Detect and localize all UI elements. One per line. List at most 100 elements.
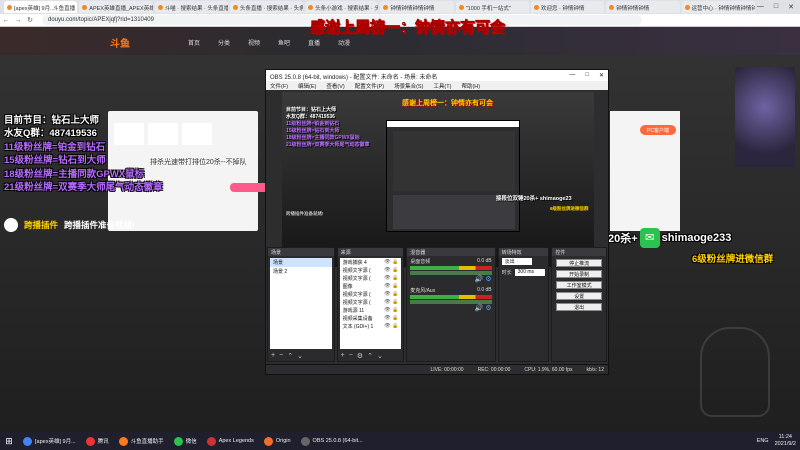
settings-button[interactable]: 设置 [556, 292, 602, 300]
scene-item[interactable]: 场景 2 [270, 267, 332, 276]
obs-menu-item[interactable]: 帮助(H) [461, 82, 480, 90]
reload-icon[interactable]: ↻ [24, 16, 36, 24]
visibility-lock-icons[interactable]: 👁 🔒 [384, 267, 398, 274]
controls-dock: 控件 停止推流 开始录制 工作室模式 设置 退出 [551, 247, 607, 362]
browser-tab[interactable]: APEX英雄直播_APEX英雄直播 [79, 1, 153, 13]
browser-tab[interactable]: 斗喵 · 搜索结果 · 头条直播 [154, 1, 228, 13]
remove-icon[interactable]: − [349, 352, 353, 360]
close-button[interactable]: ✕ [599, 72, 604, 79]
nav-item[interactable]: 直播 [308, 38, 320, 47]
transition-select[interactable]: 淡出 [501, 258, 532, 265]
visibility-lock-icons[interactable]: 👁 🔒 [384, 283, 398, 290]
add-icon[interactable]: + [341, 352, 345, 360]
obs-menu-item[interactable]: 工具(T) [433, 82, 451, 90]
gear-icon[interactable]: ⚙ [357, 352, 363, 360]
obs-menu-item[interactable]: 查看(V) [326, 82, 344, 90]
browser-tab[interactable]: "1000 手机一站式" [455, 1, 529, 13]
source-item[interactable]: 游戏捕获 4 👁 🔒 [340, 258, 402, 266]
browser-tab[interactable]: 头条直播 · 搜索结果 · 头条 [229, 1, 304, 13]
visibility-lock-icons[interactable]: 👁 🔒 [384, 299, 398, 306]
visibility-lock-icons[interactable]: 👁 🔒 [384, 291, 398, 298]
move-up-icon[interactable]: ⌃ [287, 352, 293, 360]
event-banner-image[interactable] [735, 67, 795, 167]
nav-item[interactable]: 首页 [188, 38, 200, 47]
obs-menu-item[interactable]: 配置文件(P) [355, 82, 384, 90]
nav-item[interactable]: 视频 [248, 38, 260, 47]
nav-item[interactable]: 动漫 [338, 38, 350, 47]
browser-tab[interactable]: [apex英雄] 9月..斗鱼直播 [4, 1, 78, 13]
mixer-dock: 混音器 桌面音频 0.0 dB 🔊 ⚙ 麦克风/Aux 0.0 dB 🔊 ⚙ [406, 247, 496, 362]
ime-indicator[interactable]: ENG [757, 438, 769, 444]
douyu-logo[interactable]: 斗鱼 [110, 35, 130, 50]
source-item[interactable]: 视频文字源 (👁 🔒 [340, 298, 402, 306]
preview-fan-group: 6级粉丝牌进微信群 [550, 206, 589, 211]
nav-item[interactable]: 分类 [218, 38, 230, 47]
source-item[interactable]: 文本 (GDI+) 1 👁 🔒 [340, 322, 402, 330]
taskbar-item[interactable]: 斗鱼直播助手 [114, 432, 169, 450]
browser-tab[interactable]: 运营中心 · 钟情钟情钟情钟情 [681, 1, 755, 13]
visibility-lock-icons[interactable]: 👁 🔒 [384, 323, 398, 330]
taskbar-item[interactable]: [apex英雄] 9月... [18, 432, 81, 450]
pc-client-button[interactable]: PC客户端 [640, 125, 676, 135]
scenes-list: 场景 场景 2 [270, 258, 332, 349]
speaker-icon[interactable]: 🔊 [475, 276, 484, 283]
move-down-icon[interactable]: ⌄ [377, 352, 383, 360]
preview-wechat: 接段位双锤20杀+ shimaoge23 [496, 196, 572, 202]
pink-action-button[interactable] [230, 183, 270, 192]
maximize-button[interactable]: □ [585, 72, 589, 79]
scene-item[interactable]: 场景 [270, 258, 332, 267]
nav-item[interactable]: 鱼吧 [278, 38, 290, 47]
duration-input[interactable]: 300 ms [514, 269, 545, 276]
visibility-lock-icons[interactable]: 👁 🔒 [384, 307, 398, 314]
browser-tab[interactable]: 钟情钟情钟情钟情 [380, 1, 454, 13]
minimize-button[interactable]: — [569, 72, 575, 79]
gear-icon[interactable]: ⚙ [485, 276, 491, 283]
taskbar-item[interactable]: Apex Legends [202, 432, 259, 450]
visibility-lock-icons[interactable]: 👁 🔒 [384, 315, 398, 322]
move-down-icon[interactable]: ⌄ [297, 352, 303, 360]
browser-tab[interactable]: 头条小游戏 · 搜索结果 · 头条 [305, 1, 379, 13]
maximize-button[interactable]: □ [774, 3, 778, 11]
exit-button[interactable]: 退出 [556, 303, 602, 311]
taskbar-item[interactable]: Origin [259, 432, 296, 450]
obs-preview[interactable]: 感谢上周榜一：钟情亦有可会 目前节目：钻石上大师 水友Q群：487419536 … [282, 92, 594, 267]
source-item[interactable]: 视频文字源 (👁 🔒 [340, 290, 402, 298]
preview-title: 感谢上周榜一：钟情亦有可会 [402, 100, 493, 107]
close-button[interactable]: ✕ [788, 3, 794, 11]
taskbar-item[interactable]: 腾讯 [81, 432, 114, 450]
source-item[interactable]: 视频文字源 (👁 🔒 [340, 266, 402, 274]
source-item[interactable]: 游戏源 11 👁 🔒 [340, 306, 402, 314]
gear-icon[interactable]: ⚙ [485, 305, 491, 312]
minimize-button[interactable]: — [757, 3, 764, 11]
forward-icon[interactable]: → [12, 17, 24, 24]
taskbar-item[interactable]: 微信 [169, 432, 202, 450]
source-item[interactable]: 图像 👁 🔒 [340, 282, 402, 290]
visibility-lock-icons[interactable]: 👁 🔒 [384, 275, 398, 282]
windows-start-icon[interactable]: ⊞ [0, 436, 18, 447]
nested-obs-capture [386, 120, 520, 232]
add-icon[interactable]: + [271, 352, 275, 360]
obs-menu-item[interactable]: 文件(F) [270, 82, 288, 90]
browser-tab[interactable]: 钟情钟情钟情 [606, 1, 680, 13]
taskbar-label: Apex Legends [218, 438, 254, 444]
taskbar-item[interactable]: OBS 25.0.8 (64-bit... [296, 432, 368, 450]
speaker-icon[interactable]: 🔊 [475, 305, 484, 312]
obs-menu-item[interactable]: 编辑(E) [298, 82, 316, 90]
stop-streaming-button[interactable]: 停止推流 [556, 259, 602, 267]
transitions-title: 转场特效 [498, 248, 549, 256]
clock[interactable]: 11:24 2021/9/2 [775, 434, 796, 448]
source-label: 视频文字源 ( [342, 275, 371, 282]
start-recording-button[interactable]: 开始录制 [556, 270, 602, 278]
transitions-dock: 转场特效 淡出 时长 300 ms [497, 247, 550, 362]
browser-tab[interactable]: 欢迎您 · 钟情钟情 [530, 1, 605, 13]
back-icon[interactable]: ← [0, 17, 12, 24]
source-item[interactable]: 视频文字源 ( 👁 🔒 [340, 274, 402, 282]
remove-icon[interactable]: − [279, 352, 283, 360]
move-up-icon[interactable]: ⌃ [367, 352, 373, 360]
source-label: 游戏捕获 4 [342, 259, 367, 266]
obs-menu-item[interactable]: 场景集合(S) [394, 82, 423, 90]
source-item[interactable]: 视频采集设备 👁 🔒 [340, 314, 402, 322]
obs-docks: 场景 场景 场景 2 + − ⌃ ⌄ 来源 游戏捕获 4 👁 🔒 视频文字源 (👁 🔒 视频文… [266, 247, 608, 362]
studio-mode-button[interactable]: 工作室模式 [556, 281, 602, 289]
visibility-lock-icons[interactable]: 👁 🔒 [384, 259, 398, 266]
